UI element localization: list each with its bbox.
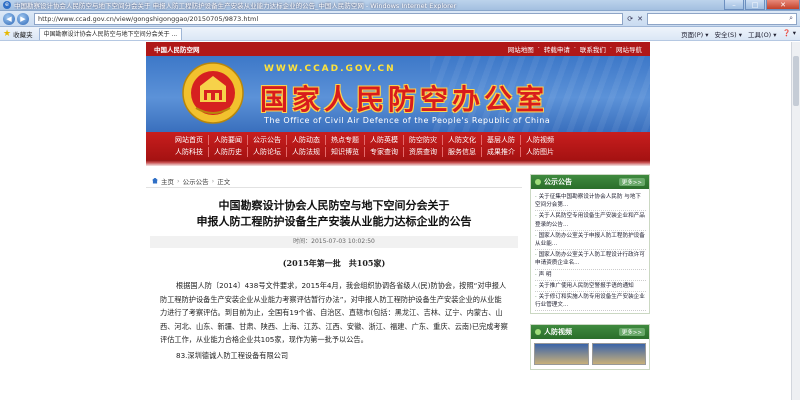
notice-item[interactable]: 关于修订和实施人防专用设备生产安装企业行业管理文... (535, 292, 646, 312)
window-titlebar: e 中国勘察设计协会人民防空与地下空间分会关于 申报人防工程防护设备生产安装从业… (0, 0, 800, 11)
breadcrumb-home[interactable]: 主页 (161, 176, 174, 186)
back-button[interactable]: ◀ (3, 12, 15, 25)
search-field[interactable]: ⌕ (647, 12, 797, 25)
nav-item-history[interactable]: 人防历史 (209, 147, 248, 157)
notice-item[interactable]: 关于征集中国勘察设计协会人民防 与地下空间分会第... (535, 192, 646, 212)
refresh-icon[interactable]: ⟳ (627, 15, 633, 23)
nav-item-heroes[interactable]: 人防英模 (365, 135, 404, 145)
civil-air-defence-emblem (182, 62, 244, 124)
nav-item-topics[interactable]: 热点专题 (326, 135, 365, 145)
nav-item-forum[interactable]: 人防论坛 (248, 147, 287, 157)
article-meta: 时间：2015-07-03 10:02:50 (150, 236, 518, 248)
breadcrumb-notices[interactable]: 公示公告 (183, 176, 209, 186)
notice-box: 公示公告 更多>> 关于征集中国勘察设计协会人民防 与地下空间分会第... 关于… (530, 174, 650, 315)
nav-item-knowledge[interactable]: 知识博览 (326, 147, 365, 157)
site-domain: WWW.CCAD.GOV.CN (264, 64, 396, 74)
address-bar: ◀ ▶ ⟳ ✕ ⌕ (0, 11, 800, 27)
page-viewport: 中国人民防空网 网站地图 · 转载申请 · 联系我们 · 网站导航 WWW.CCAD.… (0, 42, 800, 400)
safety-menu[interactable]: 安全(S) ▾ (715, 29, 743, 39)
nav-item-disaster-prevention[interactable]: 防空防灾 (404, 135, 443, 145)
minimize-button[interactable]: – (724, 0, 744, 10)
nav-item-video[interactable]: 人防视频 (521, 135, 559, 145)
nav-item-technology[interactable]: 人防科技 (170, 147, 209, 157)
article-title-line-2: 申报人防工程防护设备生产安装从业能力达标企业的公告 (196, 215, 472, 228)
nav-row-2: 人防科技 人防历史 人防论坛 人防法规 知识博览 专家查询 资质查询 服务信息 … (170, 146, 626, 158)
breadcrumb: 主页 › 公示公告 › 正文 (146, 174, 522, 188)
browser-tab[interactable]: 中国勘察设计协会人民防空与地下空间分会关于 ... (38, 27, 183, 40)
notice-item[interactable]: 关于人民防空专用设备生产安装企业和产品登录的公告... (535, 211, 646, 231)
notice-more-link[interactable]: 更多>> (618, 178, 645, 186)
article-body: 根据国人防〔2014〕438号文件要求，2015年4月，我会组织协调各省级人(民… (160, 281, 508, 344)
nav-item-grassroots[interactable]: 基层人防 (482, 135, 521, 145)
video-thumbnails (531, 339, 649, 369)
notice-bullet-icon (535, 179, 541, 185)
url-input[interactable] (38, 14, 623, 23)
article-title: 中国勘察设计协会人民防空与地下空间分会关于 申报人防工程防护设备生产安装从业能力… (146, 198, 522, 230)
nav-row-1: 网站首页 人防要闻 公示公告 人防动态 热点专题 人防英模 防空防灾 人防文化 … (170, 134, 626, 146)
video-thumbnail[interactable] (591, 343, 646, 366)
notice-box-title: 公示公告 (544, 178, 572, 186)
top-brand[interactable]: 中国人民防空网 (154, 44, 200, 54)
site-banner: WWW.CCAD.GOV.CN 国家人民防空办公室 The Office of … (146, 56, 650, 132)
favorites-bar: ★ 收藏夹 中国勘察设计协会人民防空与地下空间分会关于 ... 页面(P) ▾ … (0, 27, 800, 41)
article: 主页 › 公示公告 › 正文 中国勘察设计协会人民防空与地下空间分会关于 申报人… (146, 174, 522, 361)
video-thumbnail[interactable] (534, 343, 589, 366)
close-button[interactable]: ✕ (766, 0, 800, 10)
top-strip: 中国人民防空网 网站地图 · 转载申请 · 联系我们 · 网站导航 (146, 42, 650, 56)
top-links: 网站地图 · 转载申请 · 联系我们 · 网站导航 (507, 44, 642, 54)
tools-menu[interactable]: 工具(O) ▾ (748, 29, 777, 39)
forward-button[interactable]: ▶ (17, 12, 29, 25)
notice-item[interactable]: 国家人防办公室关于人防工程设计行政许可申请资质企业名... (535, 250, 646, 270)
stop-icon[interactable]: ✕ (637, 15, 643, 23)
notice-item[interactable]: 关于推广使用人民防空警报手语的通知 (535, 281, 646, 293)
nav-item-qualification[interactable]: 资质查询 (404, 147, 443, 157)
vertical-scrollbar[interactable] (791, 42, 800, 400)
main-navigation: 网站首页 人防要闻 公示公告 人防动态 热点专题 人防英模 防空防灾 人防文化 … (146, 132, 650, 160)
video-box: 人防视频 更多>> (530, 324, 650, 371)
maximize-button[interactable]: □ (745, 0, 765, 10)
video-more-link[interactable]: 更多>> (618, 328, 645, 337)
nav-item-regulations[interactable]: 人防法规 (287, 147, 326, 157)
nav-item-notices[interactable]: 公示公告 (248, 135, 287, 145)
nav-item-culture[interactable]: 人防文化 (443, 135, 482, 145)
nav-item-achievements[interactable]: 成果推介 (482, 147, 521, 157)
top-link-contact[interactable]: 联系我们 (580, 44, 606, 54)
site-name-cn: 国家人民防空办公室 (260, 83, 549, 116)
site-container: 中国人民防空网 网站地图 · 转载申请 · 联系我们 · 网站导航 WWW.CCAD.… (146, 42, 650, 371)
favorites-label[interactable]: 收藏夹 (13, 29, 33, 39)
url-field[interactable] (34, 12, 624, 25)
breadcrumb-current: 正文 (217, 177, 231, 186)
nav-item-pictures[interactable]: 人防图片 (521, 147, 559, 157)
nav-item-news[interactable]: 人防要闻 (209, 135, 248, 145)
help-menu[interactable]: ❓ ▾ (783, 29, 796, 39)
window-title: 中国勘察设计协会人民防空与地下空间分会关于 申报人防工程防护设备生产安装从业能力… (14, 2, 457, 10)
notice-item[interactable]: 国家人防办公室关于申报人防工程防护设备从业能... (535, 231, 646, 251)
page-menu[interactable]: 页面(P) ▾ (681, 29, 708, 39)
home-icon (152, 177, 158, 184)
nav-item-experts[interactable]: 专家查询 (365, 147, 404, 157)
top-link-navigation[interactable]: 网站导航 (616, 44, 642, 54)
video-box-title: 人防视频 (544, 328, 572, 337)
nav-item-home[interactable]: 网站首页 (170, 135, 209, 145)
company-list-item: 83.深圳德诚人防工程设备有限公司 (176, 350, 289, 360)
site-name-en: The Office of Civil Air Defence of the P… (264, 116, 551, 125)
top-link-sitemap[interactable]: 网站地图 (508, 44, 534, 54)
ie-logo-icon: e (3, 1, 11, 9)
search-icon[interactable]: ⌕ (789, 14, 793, 23)
notice-box-header: 公示公告 更多>> (531, 175, 649, 189)
article-batch: (2015年第一批 共105家) (282, 258, 386, 268)
top-link-reprint[interactable]: 转载申请 (544, 44, 570, 54)
video-box-header: 人防视频 更多>> (531, 325, 649, 340)
notice-item[interactable]: 声 明 (535, 270, 646, 281)
command-bar: 页面(P) ▾ 安全(S) ▾ 工具(O) ▾ ❓ ▾ (681, 29, 800, 39)
nav-item-updates[interactable]: 人防动态 (287, 135, 326, 145)
scrollbar-thumb[interactable] (793, 56, 799, 106)
nav-item-services[interactable]: 服务信息 (443, 147, 482, 157)
favorites-star-icon[interactable]: ★ (3, 29, 11, 39)
sidebar: 公示公告 更多>> 关于征集中国勘察设计协会人民防 与地下空间分会第... 关于… (530, 174, 650, 371)
notice-list: 关于征集中国勘察设计协会人民防 与地下空间分会第... 关于人民防空专用设备生产… (531, 189, 649, 313)
video-bullet-icon (535, 329, 541, 336)
article-title-line-1: 中国勘察设计协会人民防空与地下空间分会关于 (218, 199, 450, 212)
